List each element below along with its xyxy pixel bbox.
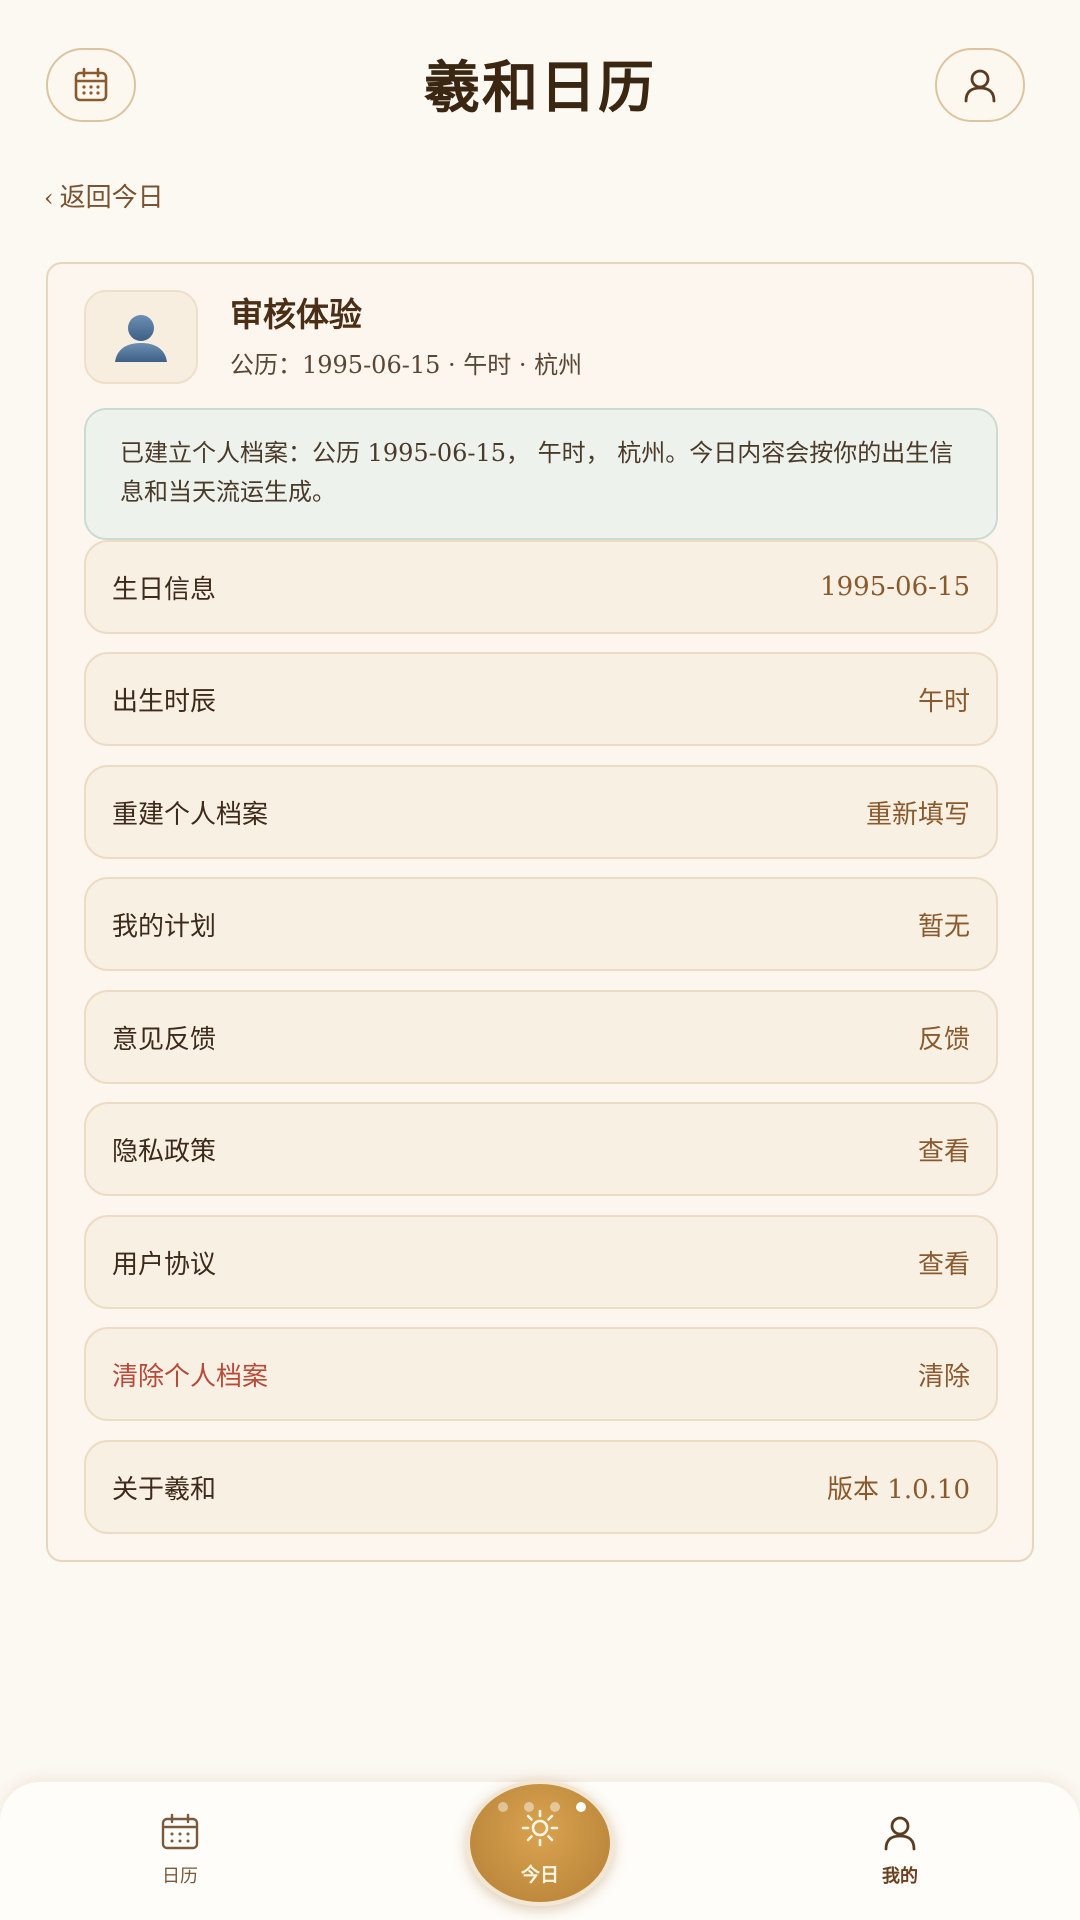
profile-notice: 已建立个人档案：公历 1995-06-15， 午时， 杭州。今日内容会按你的出生… bbox=[84, 408, 998, 540]
row-label: 我的计划 bbox=[112, 911, 217, 942]
profile-name: 审核体验 bbox=[230, 295, 362, 334]
calendar-icon bbox=[161, 1813, 199, 1850]
row-value: 版本 1.0.10 bbox=[827, 1474, 970, 1505]
row-label: 出生时辰 bbox=[112, 686, 217, 717]
row-label: 隐私政策 bbox=[112, 1136, 217, 1167]
sun-icon bbox=[521, 1809, 559, 1847]
row-clear-profile[interactable]: 清除个人档案 清除 bbox=[84, 1327, 998, 1421]
row-birthday[interactable]: 生日信息 1995-06-15 bbox=[84, 540, 998, 634]
profile-subtitle: 公历：1995-06-15 · 午时 · 杭州 bbox=[230, 351, 583, 379]
row-value: 查看 bbox=[917, 1136, 970, 1167]
page-dot-active bbox=[576, 1802, 586, 1812]
row-value: 查看 bbox=[917, 1249, 970, 1280]
row-label: 重建个人档案 bbox=[112, 799, 269, 830]
avatar bbox=[84, 290, 198, 384]
nav-today-button[interactable]: 今日 bbox=[466, 1780, 614, 1906]
row-value: 清除 bbox=[917, 1361, 970, 1392]
back-to-today-link[interactable]: ‹ 返回今日 bbox=[44, 178, 164, 218]
row-value: 午时 bbox=[917, 686, 970, 717]
row-privacy-policy[interactable]: 隐私政策 查看 bbox=[84, 1102, 998, 1196]
row-birth-hour[interactable]: 出生时辰 午时 bbox=[84, 652, 998, 746]
row-value: 重新填写 bbox=[865, 799, 970, 830]
row-rebuild-profile[interactable]: 重建个人档案 重新填写 bbox=[84, 765, 998, 859]
row-my-plans[interactable]: 我的计划 暂无 bbox=[84, 877, 998, 971]
page-dot bbox=[498, 1802, 508, 1812]
row-value: 反馈 bbox=[917, 1024, 970, 1055]
row-value: 暂无 bbox=[917, 911, 970, 942]
person-avatar-icon bbox=[115, 315, 167, 362]
nav-calendar-label: 日历 bbox=[162, 1866, 198, 1887]
row-label: 清除个人档案 bbox=[112, 1361, 269, 1392]
page-title: 羲和日历 bbox=[424, 55, 656, 121]
app-header: 羲和日历 bbox=[0, 0, 1080, 170]
back-link-label: 返回今日 bbox=[59, 183, 164, 213]
profile-button[interactable] bbox=[935, 48, 1025, 122]
nav-today-label: 今日 bbox=[520, 1864, 559, 1886]
row-label: 用户协议 bbox=[112, 1249, 217, 1280]
row-user-agreement[interactable]: 用户协议 查看 bbox=[84, 1215, 998, 1309]
profile-card: 审核体验 公历：1995-06-15 · 午时 · 杭州 已建立个人档案：公历 … bbox=[46, 262, 1034, 1562]
user-icon bbox=[884, 1816, 916, 1851]
chevron-left-icon: ‹ bbox=[44, 184, 54, 212]
row-value: 1995-06-15 bbox=[820, 572, 970, 602]
row-label: 关于羲和 bbox=[112, 1474, 217, 1505]
row-feedback[interactable]: 意见反馈 反馈 bbox=[84, 990, 998, 1084]
nav-mine[interactable]: 我的 bbox=[840, 1812, 960, 1888]
row-about[interactable]: 关于羲和 版本 1.0.10 bbox=[84, 1440, 998, 1534]
nav-calendar[interactable]: 日历 bbox=[120, 1812, 240, 1888]
user-icon bbox=[964, 69, 996, 103]
row-label: 生日信息 bbox=[112, 574, 217, 605]
profile-page: 羲和日历 ‹ 返回今日 审核体验 公历：1995-06-15 · 午时 · 杭州… bbox=[0, 0, 1080, 1920]
nav-mine-label: 我的 bbox=[882, 1866, 918, 1887]
row-label: 意见反馈 bbox=[112, 1024, 217, 1055]
